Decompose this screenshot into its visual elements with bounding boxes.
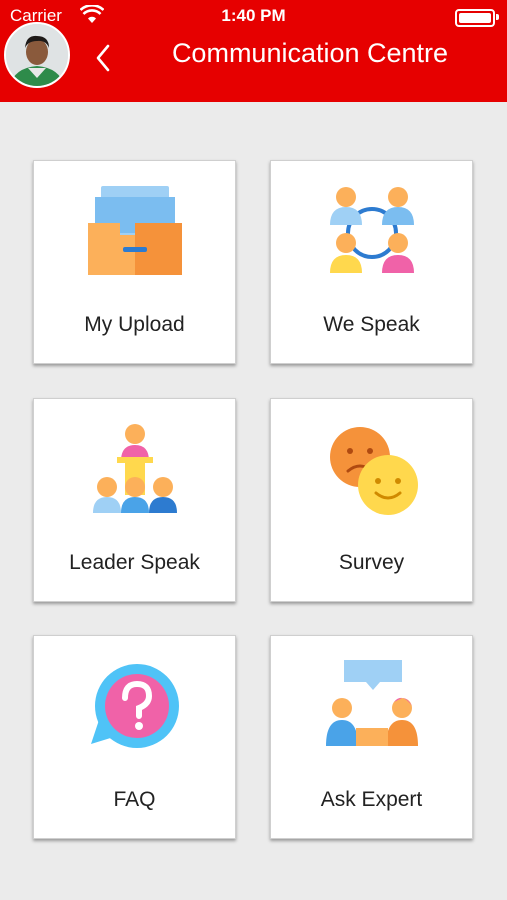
- expert-chat-icon: [325, 660, 418, 746]
- menu-card-label: Leader Speak: [69, 551, 200, 574]
- upload-tray-icon: [87, 186, 182, 275]
- menu-card-label: Ask Expert: [320, 788, 423, 811]
- menu-card-my-upload[interactable]: My Upload: [33, 160, 236, 364]
- menu-card-label: We Speak: [323, 313, 420, 336]
- menu-card-leader-speak[interactable]: Leader Speak: [33, 398, 236, 602]
- smiley-faces-icon: [329, 427, 418, 515]
- status-time: 1:40 PM: [221, 6, 286, 25]
- avatar[interactable]: [4, 22, 70, 88]
- menu-card-survey[interactable]: Survey: [270, 398, 473, 602]
- menu-card-label: My Upload: [84, 313, 185, 336]
- page-title: Communication Centre: [171, 38, 449, 68]
- menu-card-ask-expert[interactable]: Ask Expert: [270, 635, 473, 839]
- question-bubble-icon: [90, 664, 179, 748]
- menu-card-label: FAQ: [113, 788, 156, 811]
- people-group-icon: [329, 187, 414, 273]
- back-chevron-icon[interactable]: [88, 38, 118, 78]
- app-header: Carrier 1:40 PM Communication Centre: [0, 0, 507, 102]
- menu-card-faq[interactable]: FAQ: [33, 635, 236, 839]
- menu-card-label: Survey: [338, 551, 405, 574]
- leader-podium-icon: [92, 424, 177, 513]
- menu-card-we-speak[interactable]: We Speak: [270, 160, 473, 364]
- battery-icon: [455, 9, 499, 27]
- avatar-image: [6, 24, 68, 86]
